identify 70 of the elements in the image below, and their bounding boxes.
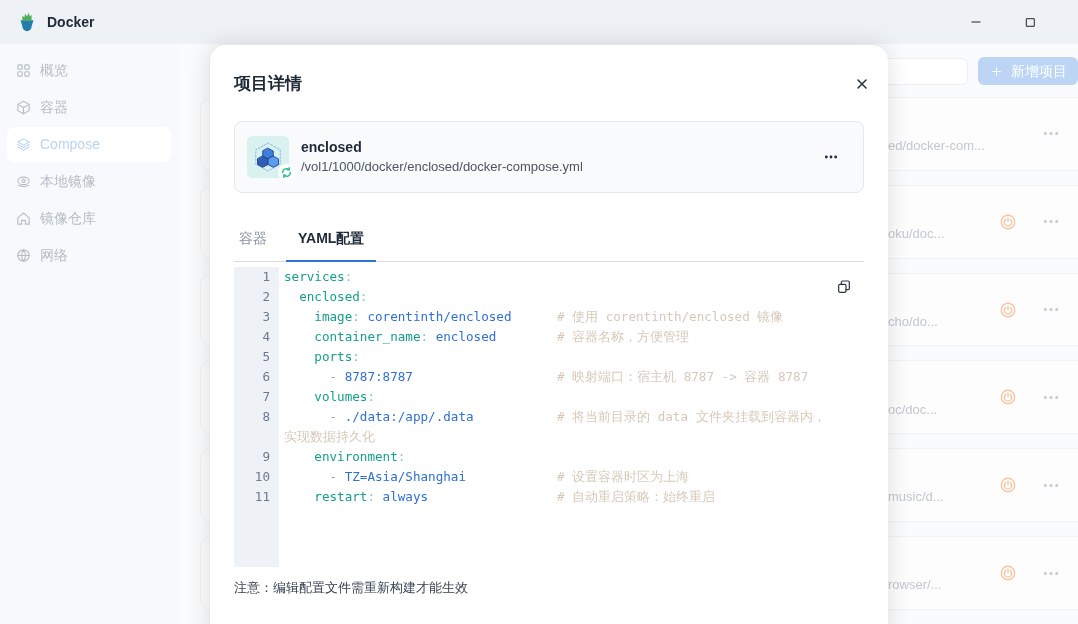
power-button[interactable] <box>999 476 1017 495</box>
line-number: 3 <box>261 308 270 326</box>
project-path: oku/doc... <box>888 225 946 243</box>
code-line: container_name: enclosed # 容器名称，方便管理 <box>313 328 691 346</box>
more-icon <box>1044 395 1058 399</box>
line-number: 5 <box>261 348 270 366</box>
code-line: image: corentinth/enclosed # 使用 corentinth/enclosed 镜像 <box>313 308 785 326</box>
project-path: rowser/... <box>888 576 943 595</box>
globe-icon <box>16 248 31 263</box>
code-line: volumes: <box>313 388 376 406</box>
project-name: enclosed <box>301 138 363 157</box>
sidebar-item[interactable]: 镜像仓库 <box>7 201 171 236</box>
code-line: - ./data:/app/.data # 将当前目录的 data 文件夹挂载到容器内，实现数据持久化 <box>283 408 827 446</box>
line-number: 2 <box>261 288 270 306</box>
sidebar-item[interactable]: 网络 <box>7 238 171 273</box>
power-button[interactable] <box>999 388 1017 407</box>
power-button[interactable] <box>999 300 1017 319</box>
config-note: 注意：编辑配置文件需重新构建才能生效 <box>234 579 469 597</box>
more-icon <box>1044 483 1058 487</box>
sidebar-item[interactable]: 概览 <box>7 53 171 88</box>
power-button[interactable] <box>999 212 1017 231</box>
line-number: 8 <box>261 408 270 426</box>
sidebar-item[interactable]: Compose <box>7 127 171 162</box>
more-icon <box>1044 571 1058 575</box>
add-project-button[interactable]: 新增项目 <box>978 57 1078 85</box>
copy-icon <box>836 279 852 295</box>
tab[interactable]: 容器 <box>236 217 270 262</box>
layers-icon <box>16 137 31 152</box>
project-path: oc/doc... <box>888 400 939 419</box>
sidebar-item[interactable]: 容器 <box>7 90 171 125</box>
plus-icon <box>990 64 1003 78</box>
cube-stack-icon <box>247 136 289 178</box>
line-number: 1 <box>261 268 270 286</box>
code-line: services: <box>283 268 354 286</box>
project-path: music/d... <box>888 488 945 507</box>
code-line: environment: <box>313 448 407 466</box>
copy-button[interactable] <box>836 279 852 295</box>
code-line: - TZ=Asia/Shanghai # 设置容器时区为上海 <box>328 468 691 486</box>
code-line: ports: <box>313 348 361 366</box>
window-title: Docker <box>47 12 95 32</box>
grid-icon <box>16 63 31 78</box>
house-icon <box>16 211 31 226</box>
sync-icon <box>280 166 293 179</box>
dialog-title: 项目详情 <box>234 72 302 95</box>
more-icon <box>1044 220 1058 224</box>
power-icon <box>999 388 1017 407</box>
line-number: 9 <box>261 448 270 466</box>
code-line: restart: always # 自动重启策略：始终重启 <box>313 488 717 506</box>
eye-icon <box>16 174 31 189</box>
more-icon <box>1044 132 1058 136</box>
cube-icon <box>16 100 31 115</box>
power-icon <box>999 476 1017 495</box>
power-button[interactable] <box>999 564 1017 583</box>
line-number: 6 <box>261 368 270 386</box>
line-number: 4 <box>261 328 270 346</box>
line-number: 11 <box>253 488 270 506</box>
compose-file-path: /vol1/1000/docker/enclosed/docker-compose.yml <box>301 158 584 176</box>
power-icon <box>999 212 1017 231</box>
power-icon <box>999 300 1017 319</box>
maximize-icon <box>1023 15 1037 29</box>
power-icon <box>999 564 1017 583</box>
tab[interactable]: YAML配置 <box>286 217 377 262</box>
code-line: - 8787:8787 # 映射端口：宿主机 8787 -> 容器 8787 <box>328 368 810 386</box>
line-number: 7 <box>261 388 270 406</box>
project-path: ed/docker-com... <box>888 137 986 156</box>
code-line: enclosed: <box>298 288 369 306</box>
more-icon <box>1044 308 1058 312</box>
sidebar-item[interactable]: 本地镜像 <box>7 164 171 199</box>
project-path: cho/do... <box>888 312 939 331</box>
line-number: 10 <box>253 468 270 486</box>
